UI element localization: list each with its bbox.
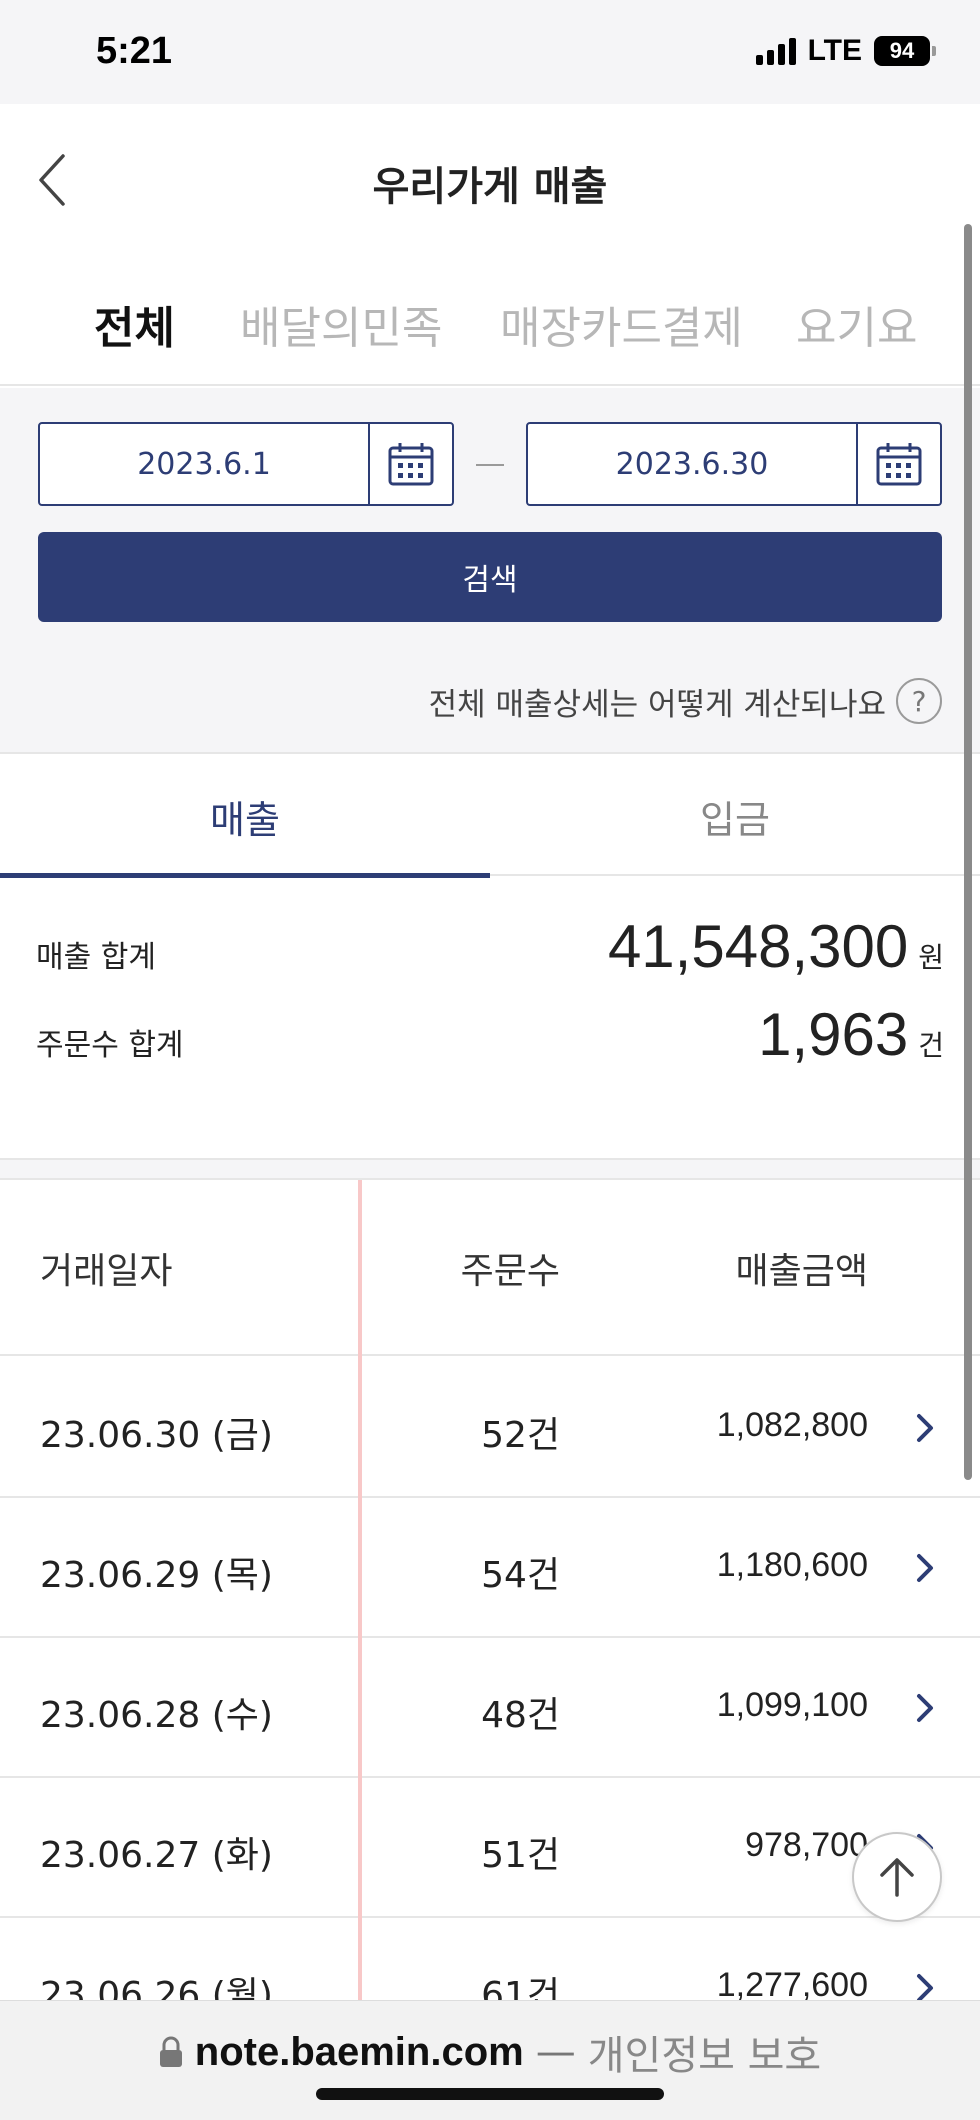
row-amount: 1,277,600	[716, 1966, 868, 2000]
sales-total-label: 매출 합계	[36, 940, 156, 975]
end-date-field[interactable]: 2023.6.30	[526, 422, 942, 506]
table-header: 거래일자 주문수 매출금액	[0, 1180, 980, 1356]
start-date-field[interactable]: 2023.6.1	[38, 422, 454, 506]
header-count: 주문수	[460, 1251, 560, 1292]
tab-all[interactable]: 전체	[92, 292, 177, 356]
table-row[interactable]: 23.06.28 (수) 48건 1,099,100	[0, 1638, 980, 1778]
scroll-to-top-button[interactable]	[852, 1832, 942, 1922]
status-bar: 5:21 LTE 94	[0, 0, 980, 104]
row-date: 23.06.26 (월)	[40, 1975, 273, 2000]
column-divider	[358, 1180, 362, 2000]
type-tabs: 매출 입금	[0, 756, 980, 878]
row-date: 23.06.29 (목)	[40, 1555, 273, 1596]
row-amount: 1,082,800	[716, 1406, 868, 1444]
browser-url-bar[interactable]: note.baemin.com — 개인정보 보호	[0, 2000, 980, 2120]
tab-all-label: 전체	[94, 303, 175, 354]
table-row[interactable]: 23.06.29 (목) 54건 1,180,600	[0, 1498, 980, 1638]
tab-store-card[interactable]: 매장카드결제	[500, 292, 743, 356]
table-row[interactable]: 23.06.26 (월) 61건 1,277,600	[0, 1918, 980, 2000]
summary: 매출 합계 41,548,300 원 주문수 합계 1,963 건	[0, 878, 980, 1158]
search-button[interactable]: 검색	[38, 532, 942, 622]
page-content: 우리가게 매출 전체 배달의민족 매장카드결제 요기요 2023.6.1 202…	[0, 104, 980, 2000]
row-amount: 1,180,600	[716, 1546, 868, 1584]
sales-total-value: 41,548,300	[607, 913, 909, 980]
start-date-value: 2023.6.1	[40, 424, 370, 504]
sales-total-row: 매출 합계 41,548,300 원	[36, 912, 944, 981]
question-icon: ?	[896, 678, 942, 724]
home-indicator	[316, 2088, 664, 2100]
page-title: 우리가게 매출	[372, 164, 608, 210]
start-calendar-button[interactable]	[370, 424, 452, 504]
calendar-icon	[876, 443, 922, 486]
calendar-icon	[388, 443, 434, 486]
sales-total-unit: 원	[918, 941, 944, 974]
orders-total-unit: 건	[918, 1029, 944, 1062]
row-amount: 978,700	[745, 1826, 868, 1864]
row-count: 52건	[481, 1415, 560, 1456]
channel-tabs: 전체 배달의민족 매장카드결제 요기요	[0, 282, 980, 386]
signal-icon	[755, 37, 796, 65]
row-date: 23.06.30 (금)	[40, 1415, 273, 1456]
tab-baemin[interactable]: 배달의민족	[240, 292, 442, 356]
table-row[interactable]: 23.06.30 (금) 52건 1,082,800	[0, 1358, 980, 1498]
header-date: 거래일자	[40, 1251, 173, 1292]
tab-deposit[interactable]: 입금	[490, 756, 980, 876]
orders-total-label: 주문수 합계	[36, 1028, 184, 1063]
row-date: 23.06.27 (화)	[40, 1835, 273, 1876]
tab-sales[interactable]: 매출	[0, 756, 490, 878]
row-count: 61건	[481, 1975, 560, 2000]
filter-area: 2023.6.1 2023.6.30 검색 전체 매출상세는 어떻게 계산되나요…	[0, 388, 980, 754]
url-domain: note.baemin.com	[194, 2029, 524, 2074]
battery-icon: 94	[874, 36, 936, 66]
row-date: 23.06.28 (수)	[40, 1695, 273, 1736]
url-separator: —	[535, 2029, 576, 2075]
end-calendar-button[interactable]	[858, 424, 940, 504]
daily-sales-table: 거래일자 주문수 매출금액 23.06.30 (금) 52건 1,082,800…	[0, 1180, 980, 2000]
chevron-right-icon	[917, 1694, 933, 1722]
row-amount: 1,099,100	[716, 1686, 868, 1724]
tab-yogiyo[interactable]: 요기요	[796, 292, 917, 356]
orders-total-row: 주문수 합계 1,963 건	[36, 1000, 944, 1069]
section-gap	[0, 1158, 980, 1180]
status-time: 5:21	[96, 30, 173, 72]
orders-total-value: 1,963	[758, 1001, 909, 1068]
help-text: 전체 매출상세는 어떻게 계산되나요	[428, 686, 886, 723]
calculation-help-link[interactable]: 전체 매출상세는 어떻게 계산되나요 ?	[429, 678, 942, 724]
date-separator	[476, 464, 504, 466]
url-privacy-label: 개인정보 보호	[587, 2033, 822, 2079]
scrollbar[interactable]	[964, 224, 972, 1480]
chevron-right-icon	[917, 1554, 933, 1582]
status-indicators: LTE 94	[755, 34, 936, 68]
lock-icon	[159, 2036, 182, 2067]
chevron-right-icon	[917, 1414, 933, 1442]
chevron-right-icon	[917, 1974, 933, 2000]
header: 우리가게 매출	[0, 104, 980, 256]
network-label: LTE	[807, 34, 862, 67]
arrow-up-icon	[880, 1858, 914, 1897]
header-amount: 매출금액	[735, 1251, 868, 1292]
row-count: 48건	[481, 1695, 560, 1736]
end-date-value: 2023.6.30	[528, 424, 858, 504]
row-count: 54건	[481, 1555, 560, 1596]
row-count: 51건	[481, 1835, 560, 1876]
table-row[interactable]: 23.06.27 (화) 51건 978,700	[0, 1778, 980, 1918]
